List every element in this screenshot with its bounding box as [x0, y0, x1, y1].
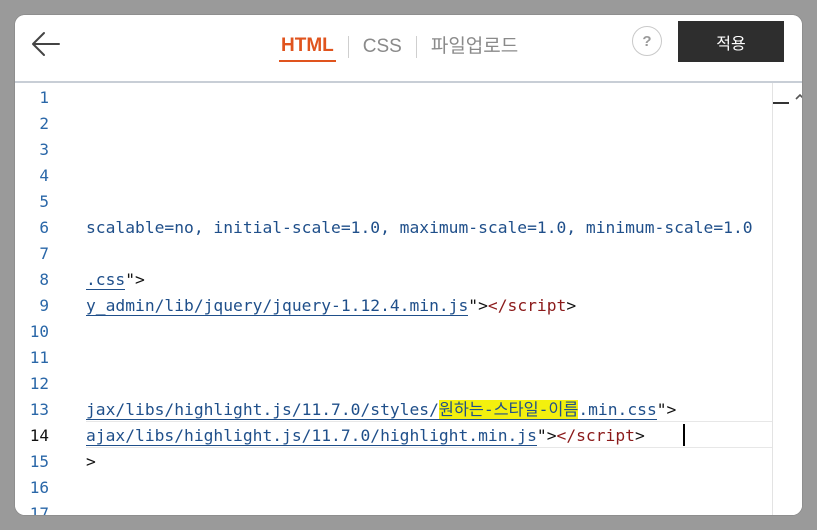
line-number: 1: [39, 88, 49, 107]
line-number: 4: [39, 166, 49, 185]
code-text: >: [634, 426, 645, 445]
scroll-thumb[interactable]: [773, 102, 789, 104]
line-number: 11: [29, 348, 49, 367]
line-number: 7: [39, 244, 49, 263]
code-text: ">: [125, 270, 145, 289]
code-line-15: >: [86, 449, 96, 475]
back-button[interactable]: [29, 27, 63, 61]
line-number: 12: [29, 374, 49, 393]
code-line-6: scalable=no, initial-scale=1.0, maximum-…: [86, 215, 753, 241]
line-number: 16: [29, 478, 49, 497]
code-text: ">: [468, 296, 488, 315]
vertical-scrollbar[interactable]: [772, 83, 802, 515]
code-editor[interactable]: 1 2 3 4 5 6 7 8 9 10 11 12 13 14 15 16 1…: [15, 83, 802, 515]
code-text-area[interactable]: scalable=no, initial-scale=1.0, maximum-…: [86, 83, 772, 515]
arrow-left-icon: [32, 32, 60, 56]
question-mark-icon: ?: [642, 32, 652, 50]
code-tag: </script: [556, 426, 635, 445]
code-link[interactable]: y_admin/lib/jquery/jquery-1.12.4.min.js: [86, 296, 469, 316]
line-number: 5: [39, 192, 49, 211]
chevron-up-icon[interactable]: [795, 92, 802, 102]
tab-css[interactable]: CSS: [361, 34, 404, 60]
line-number: 15: [29, 452, 49, 471]
code-text: >: [86, 452, 96, 471]
code-line-13: jax/libs/highlight.js/11.7.0/styles/원하는-…: [86, 397, 676, 423]
tab-file-upload[interactable]: 파일업로드: [429, 34, 520, 60]
code-line-14: ajax/libs/highlight.js/11.7.0/highlight.…: [86, 423, 645, 449]
code-text: ">: [656, 400, 677, 419]
line-number: 8: [39, 270, 49, 289]
tab-divider: [415, 36, 417, 58]
line-number: 2: [39, 114, 49, 133]
code-text: scalable=no, initial-scale=1.0, maximum-…: [86, 218, 753, 237]
code-link[interactable]: ajax/libs/highlight.js/11.7.0/highlight.…: [86, 426, 537, 446]
tab-html[interactable]: HTML: [279, 33, 336, 62]
line-number: 6: [39, 218, 49, 237]
line-number: 10: [29, 322, 49, 341]
apply-button[interactable]: 적용: [678, 21, 784, 62]
line-number-gutter: 1 2 3 4 5 6 7 8 9 10 11 12 13 14 15 16 1…: [15, 83, 77, 515]
editor-header: HTML CSS 파일업로드 ? 적용: [15, 15, 802, 83]
code-link[interactable]: jax/libs/highlight.js/11.7.0/styles/: [86, 400, 439, 420]
code-text: >: [566, 296, 577, 315]
help-button[interactable]: ?: [632, 26, 662, 56]
code-editor-dialog: HTML CSS 파일업로드 ? 적용 1 2 3 4 5 6 7 8 9 10…: [15, 15, 802, 515]
line-number: 13: [29, 400, 49, 419]
code-link[interactable]: .css: [86, 270, 126, 290]
line-number-active: 14: [29, 426, 49, 445]
code-link[interactable]: .min.css: [578, 400, 657, 420]
line-number: 9: [39, 296, 49, 315]
tab-divider: [347, 36, 349, 58]
line-number: 17: [29, 504, 49, 515]
code-line-8: .css">: [86, 267, 145, 293]
code-text: ">: [536, 426, 557, 445]
text-cursor: [683, 424, 685, 446]
code-line-9: y_admin/lib/jquery/jquery-1.12.4.min.js"…: [86, 293, 576, 319]
code-tag: </script: [487, 296, 567, 315]
editor-tabs: HTML CSS 파일업로드: [279, 32, 520, 62]
highlighted-text: 원하는-스타일-이름: [438, 400, 579, 420]
line-number: 3: [39, 140, 49, 159]
